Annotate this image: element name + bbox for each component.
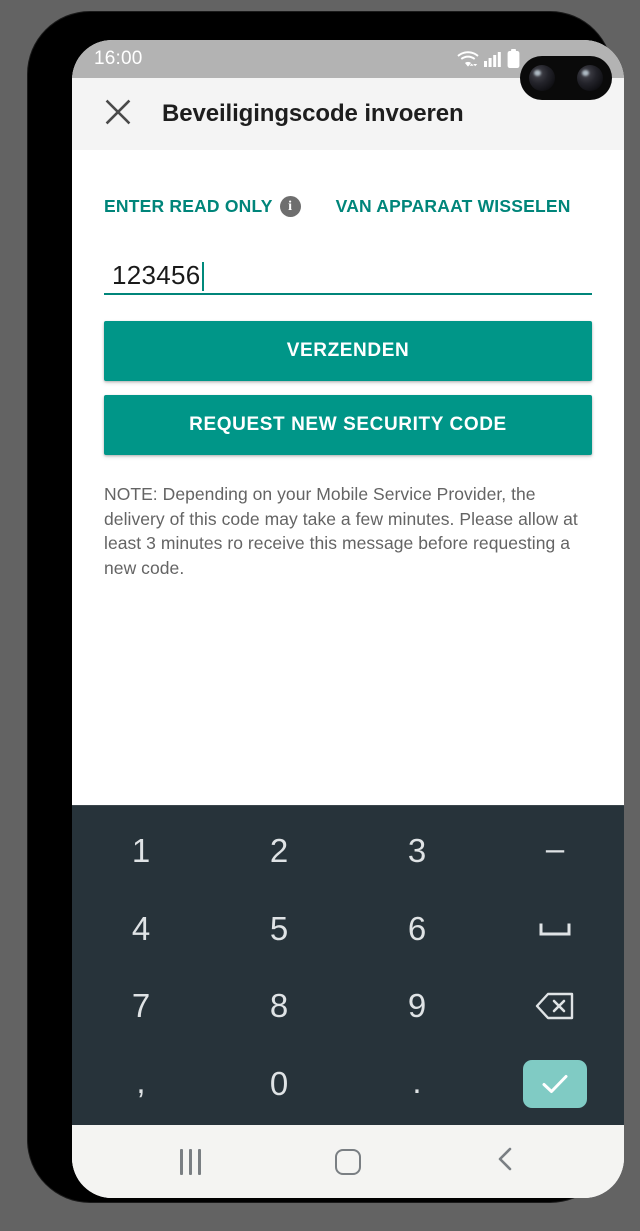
info-icon[interactable]: i <box>279 196 301 217</box>
keypad-row: 7 8 9 <box>72 968 624 1046</box>
security-code-value: 123456 <box>112 260 201 290</box>
key-3-label: 3 <box>407 831 427 869</box>
close-icon <box>104 98 132 131</box>
links-row: ENTER READ ONLY i VAN APPARAAT WISSELEN <box>104 150 592 217</box>
battery-icon <box>507 49 520 69</box>
camera-cutout <box>520 56 612 100</box>
keypad-row: , 0. <box>72 1045 624 1123</box>
home-icon <box>334 1148 361 1175</box>
key-5[interactable]: 5 <box>210 890 348 968</box>
recents-icon <box>177 1148 204 1175</box>
key-8[interactable]: 8 <box>210 968 348 1046</box>
volume-up-button[interactable] <box>48 240 58 324</box>
note-text: NOTE: Depending on your Mobile Service P… <box>104 484 578 578</box>
wifi-icon <box>457 50 479 68</box>
back-button[interactable] <box>474 1137 536 1187</box>
key-2-label: 2 <box>269 831 289 869</box>
key-period-label: . <box>412 1063 422 1101</box>
enter-read-only-label: ENTER READ ONLY <box>104 196 273 216</box>
volume-down-button[interactable] <box>48 357 58 441</box>
key-8-label: 8 <box>269 987 289 1025</box>
key-9[interactable]: 9 <box>348 968 486 1046</box>
text-caret <box>201 262 205 291</box>
enter-key-button[interactable] <box>523 1060 587 1109</box>
phone-body: 16:00 Beveiligingscode invoeren ENTER RE… <box>28 12 624 1202</box>
page-title: Beveiligingscode invoeren <box>162 100 464 127</box>
submit-button[interactable]: VERZENDEN <box>104 321 592 381</box>
key-1-label: 1 <box>131 831 151 869</box>
key-enter[interactable] <box>486 1045 624 1123</box>
key-0[interactable]: 0 <box>210 1045 348 1123</box>
key-3[interactable]: 3 <box>348 812 486 890</box>
key-7[interactable]: 7 <box>72 968 210 1046</box>
cellular-signal-icon <box>484 50 502 68</box>
security-code-input[interactable]: 123456 <box>104 250 592 295</box>
recents-button[interactable] <box>160 1137 222 1187</box>
close-button[interactable] <box>94 90 142 138</box>
key-6-label: 6 <box>407 909 427 947</box>
key-9-label: 9 <box>407 987 427 1025</box>
key-4-label: 4 <box>131 909 151 947</box>
switch-device-link[interactable]: VAN APPARAAT WISSELEN <box>336 196 571 217</box>
camera-lens-left <box>529 65 555 91</box>
key-period[interactable]: . <box>348 1045 486 1123</box>
key-dash-label: – <box>545 829 565 867</box>
space-key-icon <box>538 919 572 939</box>
key-comma-label: , <box>136 1063 146 1101</box>
key-6[interactable]: 6 <box>348 890 486 968</box>
request-new-code-button[interactable]: REQUEST NEW SECURITY CODE <box>104 395 592 455</box>
check-icon <box>540 1072 570 1096</box>
status-bar: 16:00 <box>72 40 624 100</box>
main-content: ENTER READ ONLY i VAN APPARAAT WISSELEN … <box>72 150 624 805</box>
key-backspace[interactable] <box>486 968 624 1046</box>
key-2[interactable]: 2 <box>210 812 348 890</box>
screenshot-stage: 16:00 Beveiligingscode invoeren ENTER RE… <box>0 0 640 1231</box>
key-5-label: 5 <box>269 909 289 947</box>
phone-screen: 16:00 Beveiligingscode invoeren ENTER RE… <box>72 40 624 1198</box>
enter-read-only-link[interactable]: ENTER READ ONLY i <box>104 196 301 217</box>
key-dash[interactable]: – <box>486 812 624 890</box>
camera-lens-right <box>577 65 603 91</box>
back-icon <box>494 1146 516 1177</box>
keypad-row: 1 2 3 – <box>72 812 624 890</box>
key-7-label: 7 <box>131 987 151 1025</box>
keypad-row: 4 5 6 <box>72 890 624 968</box>
backspace-icon <box>534 990 576 1022</box>
key-space[interactable] <box>486 890 624 968</box>
status-time: 16:00 <box>94 48 143 69</box>
key-comma[interactable]: , <box>72 1045 210 1123</box>
android-nav-bar <box>72 1125 624 1198</box>
key-4[interactable]: 4 <box>72 890 210 968</box>
key-0-label: 0 <box>269 1065 289 1103</box>
key-1[interactable]: 1 <box>72 812 210 890</box>
home-button[interactable] <box>317 1137 379 1187</box>
numeric-keypad: 1 2 3 – 4 5 6 7 8 9, 0. <box>72 805 624 1125</box>
